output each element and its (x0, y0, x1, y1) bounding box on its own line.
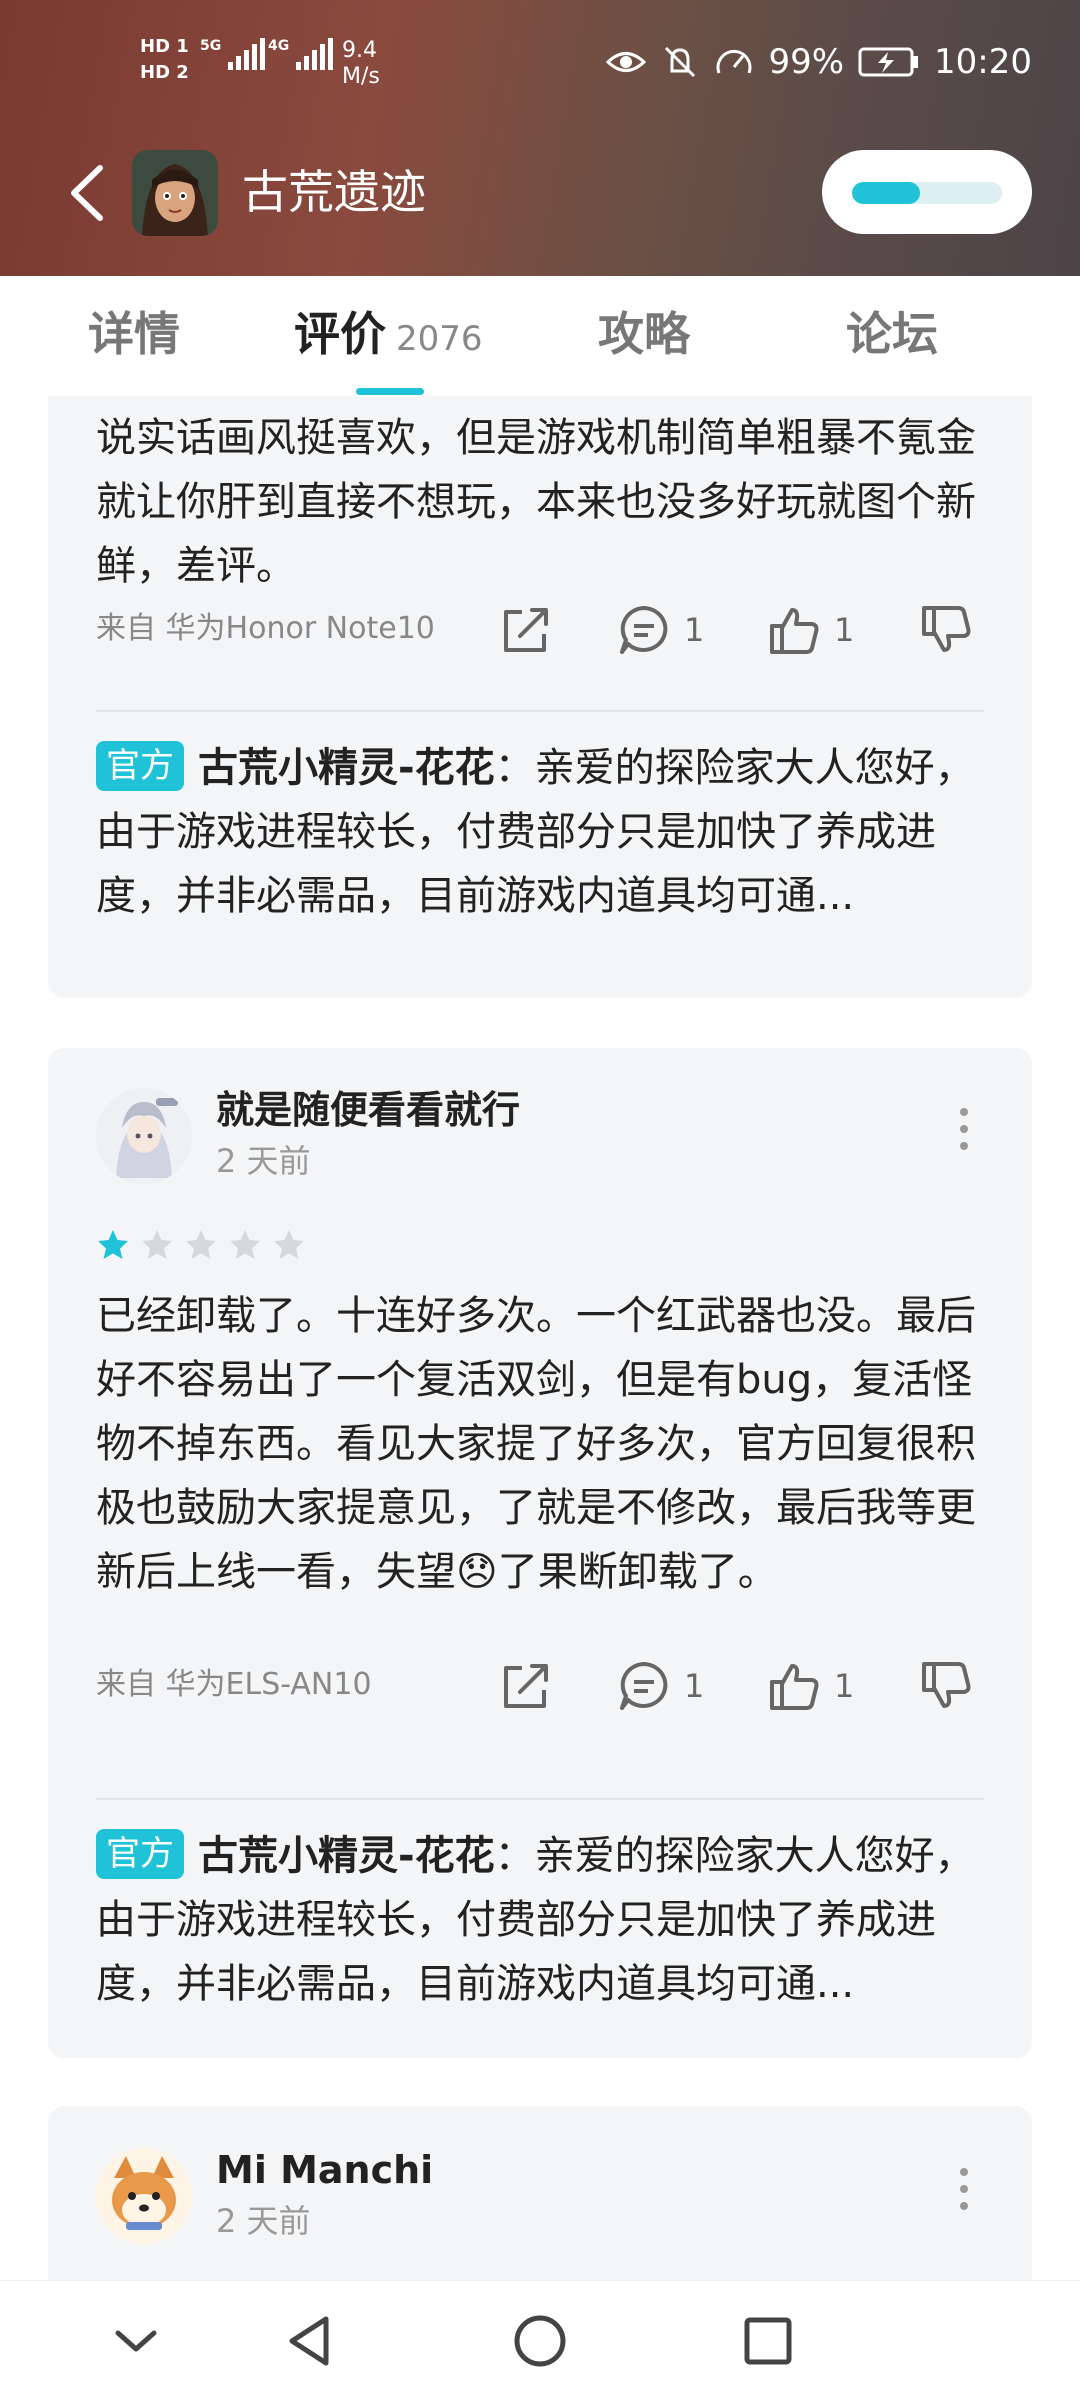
tab-details[interactable]: 详情 (88, 302, 180, 366)
official-reply[interactable]: 官方 古荒小精灵-花花：亲爱的探险家大人您好，由于游戏进程较长，付费部分只是加快了… (96, 1824, 984, 2016)
eye-icon (606, 52, 647, 72)
review-meta: 来自 华为ELS-AN10 1 1 (48, 1640, 1032, 1730)
reviews-list[interactable]: 说实话画风挺喜欢，但是游戏机制简单粗暴不氪金就让你肝到直接不想玩，本来也没多好玩… (0, 396, 1080, 2280)
device-info: 来自 华为ELS-AN10 (96, 1667, 372, 1702)
review-card: 说实话画风挺喜欢，但是游戏机制简单粗暴不氪金就让你肝到直接不想玩，本来也没多好玩… (48, 396, 1032, 998)
review-card: Mi Manchi 2 天前 (48, 2106, 1032, 2280)
game-avatar[interactable] (132, 150, 218, 236)
comment-icon (620, 606, 668, 654)
more-options-icon[interactable] (954, 2164, 974, 2214)
review-time: 2 天前 (216, 1142, 311, 1180)
network-speed: 9.4 M/s (342, 38, 380, 89)
review-meta: 来自 华为Honor Note10 1 1 (48, 584, 1032, 674)
back-arrow-icon[interactable] (64, 160, 114, 226)
official-name: 古荒小精灵-花花 (198, 1833, 495, 1879)
comment-button[interactable]: 1 (616, 1658, 704, 1714)
thumbs-down-icon (922, 606, 971, 652)
star-rating (96, 1228, 306, 1262)
tab-reviews-label: 评价 (294, 307, 386, 361)
star-empty-icon (186, 1230, 216, 1259)
divider (96, 1798, 984, 1800)
device-info: 来自 华为Honor Note10 (96, 611, 435, 646)
back-triangle-icon[interactable] (280, 2311, 340, 2371)
official-badge: 官方 (96, 1829, 184, 1879)
speedometer-icon (716, 50, 752, 74)
divider (96, 710, 984, 712)
disappointed-emoji: 😞 (456, 1549, 498, 1595)
star-empty-icon (230, 1230, 260, 1259)
tab-forum[interactable]: 论坛 (846, 302, 938, 366)
comment-button[interactable]: 1 (616, 602, 704, 658)
signal-5g-icon: 5G (200, 38, 266, 76)
star-filled-icon (98, 1230, 128, 1259)
share-icon (504, 608, 548, 652)
like-count: 1 (834, 611, 855, 649)
like-button[interactable]: 1 (766, 602, 854, 658)
status-right: 99% 10:20 (606, 42, 1032, 82)
review-text: 说实话画风挺喜欢，但是游戏机制简单粗暴不氪金就让你肝到直接不想玩，本来也没多好玩… (96, 415, 976, 589)
share-button[interactable] (498, 602, 554, 658)
review-time: 2 天前 (216, 2202, 311, 2240)
comment-count: 1 (684, 611, 705, 649)
avatar[interactable] (96, 2148, 192, 2244)
dislike-button[interactable] (918, 602, 974, 658)
like-button[interactable]: 1 (766, 1658, 854, 1714)
star-empty-icon (274, 1230, 304, 1259)
thumbs-down-icon (922, 1662, 971, 1708)
dislike-button[interactable] (918, 1658, 974, 1714)
official-badge: 官方 (96, 741, 184, 791)
download-progress-button[interactable] (822, 150, 1032, 234)
like-count: 1 (834, 1667, 855, 1705)
tab-bar: 详情 评价 2076 攻略 论坛 (0, 276, 1080, 396)
star-empty-icon (142, 1230, 172, 1259)
hd-indicator: HD 1 HD 2 (140, 36, 189, 83)
thumbs-up-icon (770, 1664, 819, 1710)
avatar[interactable] (96, 1088, 192, 1184)
official-name: 古荒小精灵-花花 (198, 745, 495, 791)
system-nav-bar (0, 2280, 1080, 2400)
official-reply[interactable]: 官方 古荒小精灵-花花：亲爱的探险家大人您好，由于游戏进程较长，付费部分只是加快了… (96, 736, 984, 928)
comment-icon (620, 1662, 668, 1710)
thumbs-up-icon (770, 608, 819, 654)
battery-percent: 99% (768, 42, 845, 82)
user-name[interactable]: Mi Manchi (216, 2144, 433, 2196)
home-circle-icon[interactable] (510, 2311, 570, 2371)
mute-bell-icon (665, 46, 696, 78)
status-bar: HD 1 HD 2 5G 4G 9.4 M/s 99% 10:20 (0, 0, 1080, 130)
review-text: 已经卸载了。十连好多次。一个红武器也没。最后好不容易出了一个复活双剑，但是有bu… (96, 1293, 976, 1595)
progress-fill (852, 182, 920, 204)
tab-reviews[interactable]: 评价 2076 (294, 302, 483, 371)
comment-count: 1 (684, 1667, 705, 1705)
review-card: 就是随便看看就行 2 天前 已经卸载了。十连好多次。一个红武器也没。最后好不容易… (48, 1048, 1032, 2058)
chevron-down-icon[interactable] (106, 2311, 166, 2371)
clock: 10:20 (934, 42, 1032, 82)
active-tab-indicator (356, 388, 424, 395)
battery-charging-icon (858, 47, 919, 77)
game-title: 古荒遗迹 (242, 165, 426, 219)
app-header: HD 1 HD 2 5G 4G 9.4 M/s 99% 10:20 古荒遗迹 (0, 0, 1080, 276)
share-icon (504, 1664, 548, 1708)
signal-4g-icon: 4G (268, 38, 334, 76)
progress-track (852, 182, 1002, 204)
recents-square-icon[interactable] (738, 2311, 798, 2371)
user-name[interactable]: 就是随便看看就行 (216, 1084, 520, 1136)
more-options-icon[interactable] (954, 1104, 974, 1154)
review-count: 2076 (396, 319, 483, 359)
share-button[interactable] (498, 1658, 554, 1714)
tab-guides[interactable]: 攻略 (598, 302, 690, 366)
